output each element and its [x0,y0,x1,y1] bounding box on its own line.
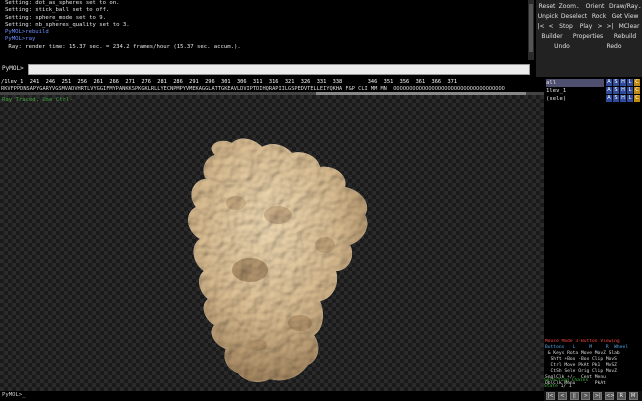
command-input[interactable] [28,64,530,75]
chevron-down-icon: ⌄ [637,4,642,9]
sequence-residue-numbers: 241 246 251 256 261 266 271 276 281 286 … [23,79,458,85]
rock-button[interactable]: Rock [590,12,608,22]
output-log: Setting: dot_as_spheres set to on. Settin… [0,0,528,60]
movie-controls: |< < || > >| <> R M [544,391,642,401]
bottom-prompt-row[interactable]: PyMOL>_ [0,391,544,401]
object-c-button[interactable]: C [634,87,640,94]
control-button-panel: Reset Zoom⌄ Orient Draw/Ray⌄ Unpick Dese… [536,0,642,77]
object-s-button[interactable]: S [613,87,619,94]
movie-control-button[interactable]: >| [593,392,603,400]
movie-control-button[interactable]: |< [546,392,555,400]
object-h-button[interactable]: H [620,95,626,102]
log-line: Setting: stick_ball set to off. [5,7,110,14]
molecular-surface [188,138,368,382]
object-s-button[interactable]: S [613,95,619,102]
mclear-button[interactable]: MClear [617,22,641,32]
object-a-button[interactable]: A [606,95,612,102]
object-row[interactable]: (sele) A S H L C [544,95,642,103]
object-name[interactable]: (sele) [546,95,604,103]
command-prompt-label: PyMOL> [2,65,24,72]
stop-button[interactable]: Stop [557,22,575,32]
command-row: PyMOL> [0,62,536,76]
movie-control-button[interactable]: < [557,392,567,400]
get-view-button[interactable]: Get View [610,12,640,22]
3d-viewport[interactable]: Ray Traced, Use Ctrl- [0,95,544,391]
object-a-button[interactable]: A [606,79,612,86]
sequence-object-label: /1lev_1 [1,79,24,85]
object-a-button[interactable]: A [606,87,612,94]
log-line: Setting: sphere_mode set to 9. [5,14,107,21]
bottom-prompt: PyMOL>_ [2,392,26,398]
state-readout: State 1/ 1 [544,384,642,390]
log-line: Setting: nb_spheres_quality set to 3. [5,21,130,28]
redo-button[interactable]: Redo [594,42,634,52]
draw-ray-button[interactable]: Draw/Ray⌄ [609,2,641,12]
properties-button[interactable]: Properties [570,32,606,42]
object-panel: all A S H L C 1lev_1 A S H L C (sele) A S H L C [544,77,642,339]
log-line: Ray: render time: 15.37 sec. = 234.2 fra… [5,43,241,50]
object-c-button[interactable]: C [634,95,640,102]
builder-button[interactable]: Builder [538,32,566,42]
forward-button[interactable]: > [596,22,604,32]
log-scrollbar[interactable] [528,0,534,60]
object-name[interactable]: all [546,79,604,87]
object-c-button[interactable]: C [634,79,640,86]
log-scrollbar-thumb[interactable] [529,4,533,52]
movie-control-button[interactable]: M [628,392,638,400]
deselect-button[interactable]: Deselect [560,12,588,22]
object-s-button[interactable]: S [613,79,619,86]
unpick-button[interactable]: Unpick [537,12,559,22]
log-line: Setting: dot_as_spheres set to on. [5,0,120,6]
undo-button[interactable]: Undo [544,42,580,52]
sequence-numbers: /1lev_1 241 246 251 256 261 266 271 276 … [1,79,457,85]
back-button[interactable]: < [547,22,555,32]
log-line: PyMOL>rebuild [5,29,49,36]
chevron-down-icon: ⌄ [575,4,580,9]
movie-control-button[interactable]: > [581,392,591,400]
object-l-button[interactable]: L [627,87,633,94]
object-h-button[interactable]: H [620,87,626,94]
object-row[interactable]: all A S H L C [544,79,642,87]
object-h-button[interactable]: H [620,79,626,86]
state-label: State [544,384,558,389]
movie-control-button[interactable]: <> [605,392,614,400]
zoom-button[interactable]: Zoom⌄ [557,2,581,12]
movie-control-button[interactable]: || [569,392,579,400]
rewind-button[interactable]: |< [537,22,545,32]
viewport-message: Ray Traced, Use Ctrl- [2,97,73,103]
object-l-button[interactable]: L [627,95,633,102]
rebuild-button[interactable]: Rebuild [610,32,640,42]
object-l-button[interactable]: L [627,79,633,86]
state-value: 1/ 1 [560,384,572,389]
movie-control-button[interactable]: R [616,392,626,400]
object-row[interactable]: 1lev_1 A S H L C [544,87,642,95]
log-line: PyMOL>ray [5,36,36,43]
reset-button[interactable]: Reset [538,2,556,12]
end-button[interactable]: >| [605,22,615,32]
protein-surface-render [188,138,368,382]
orient-button[interactable]: Orient [584,2,606,12]
object-name[interactable]: 1lev_1 [546,87,604,95]
play-button[interactable]: Play [577,22,595,32]
